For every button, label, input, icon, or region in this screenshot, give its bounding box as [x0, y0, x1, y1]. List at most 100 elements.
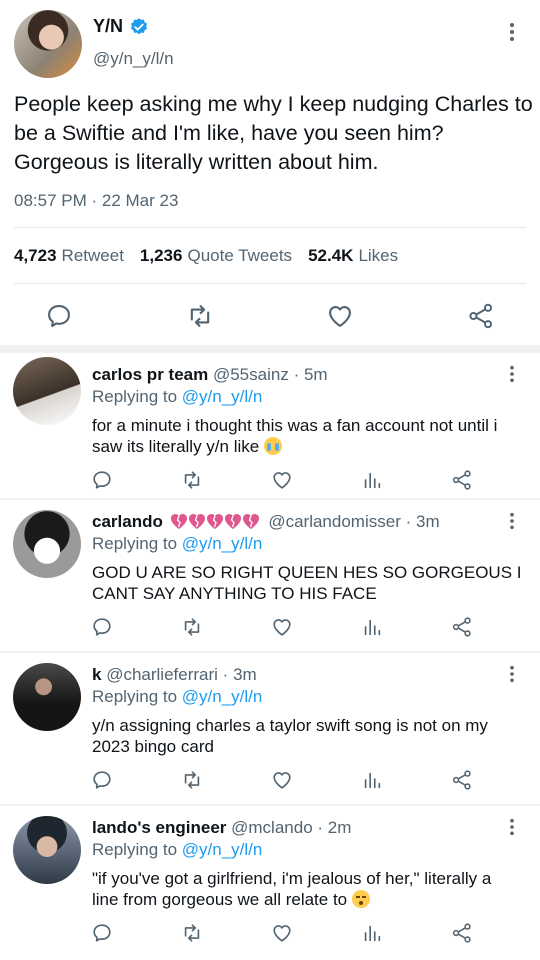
reply-action-bar: [0, 922, 540, 948]
tweet-date: 22 Mar 23: [101, 191, 179, 210]
reply-header: carlos pr team @55sainz · 5m: [92, 365, 328, 385]
share-icon[interactable]: [451, 922, 473, 944]
retweet-icon[interactable]: [186, 302, 214, 330]
replying-to: Replying to @y/n_y/l/n: [92, 534, 262, 554]
reply-text: for a minute i thought this was a fan ac…: [92, 415, 522, 457]
reply-author-handle[interactable]: @charlieferrari: [106, 665, 218, 684]
reply-text: y/n assigning charles a taylor swift son…: [92, 716, 488, 756]
likes-stat[interactable]: 52.4K Likes: [308, 246, 398, 266]
views-icon[interactable]: [361, 616, 383, 638]
like-icon[interactable]: [271, 769, 293, 791]
author-avatar[interactable]: [14, 10, 82, 78]
replying-to-label: Replying to: [92, 534, 178, 553]
tweet-stats: 4,723 Retweet 1,236 Quote Tweets 52.4K Like…: [14, 246, 398, 266]
reply-header: k @charlieferrari · 3m: [92, 665, 257, 685]
share-icon[interactable]: [467, 302, 495, 330]
reply-text: GOD U ARE SO RIGHT QUEEN HES SO GORGEOUS…: [92, 563, 522, 603]
reply-header: carlando @carlandomisser · 3m: [92, 512, 440, 532]
more-icon[interactable]: [503, 512, 521, 530]
author-name[interactable]: Y/N: [93, 16, 123, 37]
reply-item[interactable]: lando's engineer @mclando · 2m Replying …: [0, 806, 540, 960]
reply-action-bar: [0, 769, 540, 795]
like-icon[interactable]: [271, 922, 293, 944]
avatar[interactable]: [13, 357, 81, 425]
reply-item[interactable]: carlos pr team @55sainz · 5m Replying to…: [0, 353, 540, 499]
reply-author-name[interactable]: carlando: [92, 512, 163, 531]
verified-badge-icon: [130, 17, 148, 34]
reply-age: 3m: [233, 665, 257, 684]
retweet-count: 4,723: [14, 246, 57, 265]
reply-icon[interactable]: [91, 769, 113, 791]
reply-text-body: for a minute i thought this was a fan ac…: [92, 416, 498, 456]
share-icon[interactable]: [451, 616, 473, 638]
replying-to: Replying to @y/n_y/l/n: [92, 387, 262, 407]
divider: [14, 283, 526, 284]
author-handle[interactable]: @y/n_y/l/n: [93, 49, 174, 69]
section-divider: [0, 345, 540, 353]
reply-age: 2m: [327, 818, 352, 837]
broken-hearts-icon: [170, 514, 259, 529]
like-icon[interactable]: [271, 469, 293, 491]
views-icon[interactable]: [361, 469, 383, 491]
tweet-timestamp[interactable]: 08:57 PM · 22 Mar 23: [14, 191, 178, 211]
meta-separator: ·: [317, 818, 328, 837]
retweet-icon[interactable]: [181, 616, 203, 638]
replying-to-link[interactable]: @y/n_y/l/n: [182, 534, 263, 553]
like-icon[interactable]: [271, 616, 293, 638]
reply-age: 3m: [415, 512, 440, 531]
reply-author-handle[interactable]: @55sainz: [213, 365, 289, 384]
divider: [14, 227, 526, 228]
replying-to-link[interactable]: @y/n_y/l/n: [182, 840, 263, 859]
reply-header: lando's engineer @mclando · 2m: [92, 818, 351, 838]
reply-author-handle[interactable]: @mclando: [231, 818, 313, 837]
reply-item[interactable]: k @charlieferrari · 3m Replying to @y/n_…: [0, 653, 540, 805]
reply-icon[interactable]: [45, 302, 73, 330]
reply-item[interactable]: carlando @carlandomisser · 3m Replying t…: [0, 500, 540, 652]
retweet-stat[interactable]: 4,723 Retweet: [14, 246, 124, 266]
meta-separator: ·: [222, 665, 234, 684]
reply-text-body: "if you've got a girlfriend, i'm jealous…: [92, 869, 492, 909]
reply-author-name[interactable]: carlos pr team: [92, 365, 208, 384]
reply-author-name[interactable]: lando's engineer: [92, 818, 226, 837]
retweet-icon[interactable]: [181, 469, 203, 491]
views-icon[interactable]: [361, 922, 383, 944]
more-icon[interactable]: [503, 665, 521, 683]
reply-author-handle[interactable]: @carlandomisser: [268, 512, 401, 531]
meta-separator: ·: [91, 191, 102, 210]
more-icon[interactable]: [503, 22, 521, 42]
tweet-text: People keep asking me why I keep nudging…: [14, 92, 533, 174]
kissing-face-icon: [351, 890, 370, 908]
views-icon[interactable]: [361, 769, 383, 791]
more-icon[interactable]: [503, 365, 521, 383]
avatar[interactable]: [13, 663, 81, 731]
author-name-row[interactable]: Y/N: [93, 16, 149, 37]
replying-to-label: Replying to: [92, 840, 178, 859]
replying-to: Replying to @y/n_y/l/n: [92, 840, 262, 860]
retweet-icon[interactable]: [181, 769, 203, 791]
reply-icon[interactable]: [91, 469, 113, 491]
retweet-icon[interactable]: [181, 922, 203, 944]
replying-to-link[interactable]: @y/n_y/l/n: [182, 687, 263, 706]
like-icon[interactable]: [326, 302, 354, 330]
reply-text: "if you've got a girlfriend, i'm jealous…: [92, 868, 522, 910]
reply-age: 5m: [303, 365, 328, 384]
replying-to-label: Replying to: [92, 387, 178, 406]
reply-action-bar: [0, 616, 540, 642]
reply-icon[interactable]: [91, 616, 113, 638]
avatar[interactable]: [13, 510, 81, 578]
main-action-bar: [0, 298, 540, 334]
meta-separator: ·: [405, 512, 416, 531]
reply-action-bar: [0, 469, 540, 495]
avatar[interactable]: [13, 816, 81, 884]
share-icon[interactable]: [451, 469, 473, 491]
retweet-label: Retweet: [61, 246, 124, 265]
replying-to-label: Replying to: [92, 687, 178, 706]
share-icon[interactable]: [451, 769, 473, 791]
replying-to: Replying to @y/n_y/l/n: [92, 687, 262, 707]
replying-to-link[interactable]: @y/n_y/l/n: [182, 387, 263, 406]
quote-stat[interactable]: 1,236 Quote Tweets: [140, 246, 292, 266]
likes-label: Likes: [358, 246, 399, 265]
more-icon[interactable]: [503, 818, 521, 836]
reply-icon[interactable]: [91, 922, 113, 944]
reply-author-name[interactable]: k: [92, 665, 101, 684]
